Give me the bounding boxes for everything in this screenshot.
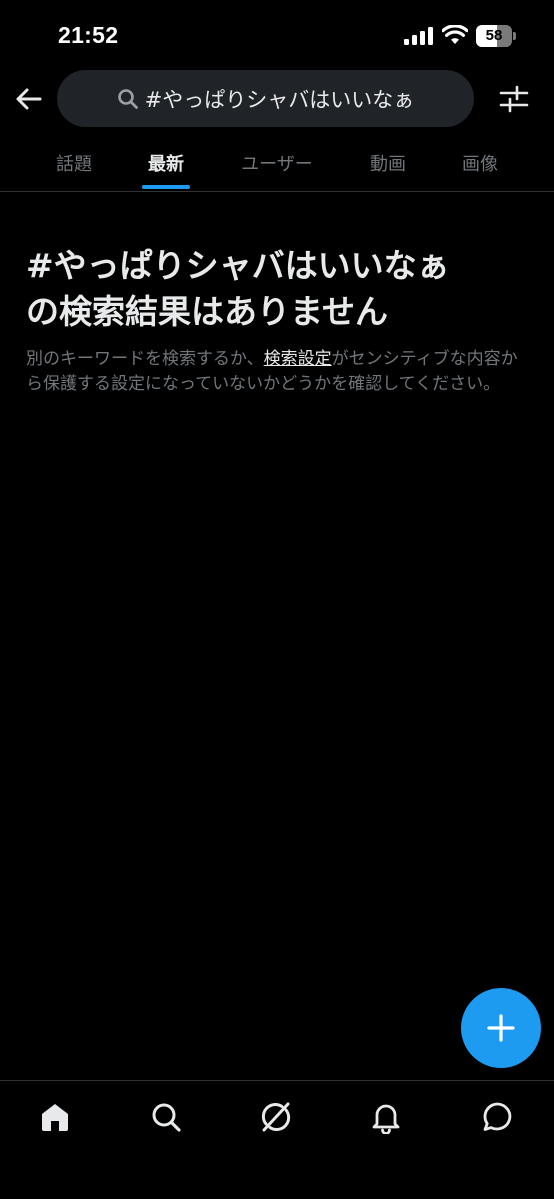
wifi-icon xyxy=(442,25,468,44)
search-filter-button[interactable] xyxy=(497,82,531,116)
bell-icon xyxy=(372,1104,400,1134)
search-settings-link[interactable]: 検索設定 xyxy=(264,349,332,369)
compose-button[interactable] xyxy=(461,988,541,1068)
empty-state-body-text: 別のキーワードを検索するか、 xyxy=(26,349,264,369)
plus-icon xyxy=(487,1014,515,1042)
empty-state-title: #やっぱりシャバはいいなぁ の検索結果はありません xyxy=(26,243,536,335)
nav-grok[interactable] xyxy=(254,1095,298,1139)
battery-body: 58 xyxy=(476,25,512,47)
empty-state-title-line2: の検索結果はありません xyxy=(26,292,389,331)
status-bar: 21:52 58 xyxy=(0,0,554,70)
active-tab-indicator xyxy=(142,185,190,189)
tab-videos[interactable]: 動画 xyxy=(340,135,436,191)
status-time: 21:52 xyxy=(58,22,119,48)
empty-state-title-line1: #やっぱりシャバはいいなぁ xyxy=(26,246,450,285)
message-icon xyxy=(483,1102,512,1131)
nav-home[interactable] xyxy=(33,1095,77,1139)
nav-search[interactable] xyxy=(144,1095,188,1139)
tab-media[interactable]: 画像 xyxy=(432,135,528,191)
bottom-navigation xyxy=(0,1080,554,1199)
nav-notifications[interactable] xyxy=(364,1095,408,1139)
search-icon xyxy=(117,88,139,110)
empty-state-body: 別のキーワードを検索するか、検索設定がセンシティブな内容から保護する設定になって… xyxy=(26,347,531,397)
search-query-text: #やっぱりシャバはいいなぁ xyxy=(144,87,415,112)
arrow-left-icon xyxy=(16,88,42,110)
sliders-icon xyxy=(499,85,529,113)
tab-top[interactable]: 話題 xyxy=(26,135,122,191)
battery-cap xyxy=(513,32,516,40)
tab-latest[interactable]: 最新 xyxy=(118,135,214,191)
nav-messages[interactable] xyxy=(476,1095,520,1139)
battery-indicator: 58 xyxy=(476,25,516,47)
search-bar[interactable]: #やっぱりシャバはいいなぁ xyxy=(57,70,474,127)
home-icon xyxy=(42,1104,68,1131)
grok-icon xyxy=(261,1102,291,1132)
cellular-signal-icon xyxy=(404,27,433,45)
tab-people[interactable]: ユーザー xyxy=(218,135,336,191)
back-button[interactable] xyxy=(12,82,46,116)
search-icon xyxy=(152,1103,181,1132)
search-results-screen: 21:52 58 #やっぱりシャバはいいなぁ 話題 最新 ユーザー 動画 画像 … xyxy=(0,0,554,1199)
battery-percent: 58 xyxy=(485,27,503,44)
search-tabs: 話題 最新 ユーザー 動画 画像 xyxy=(0,135,554,192)
